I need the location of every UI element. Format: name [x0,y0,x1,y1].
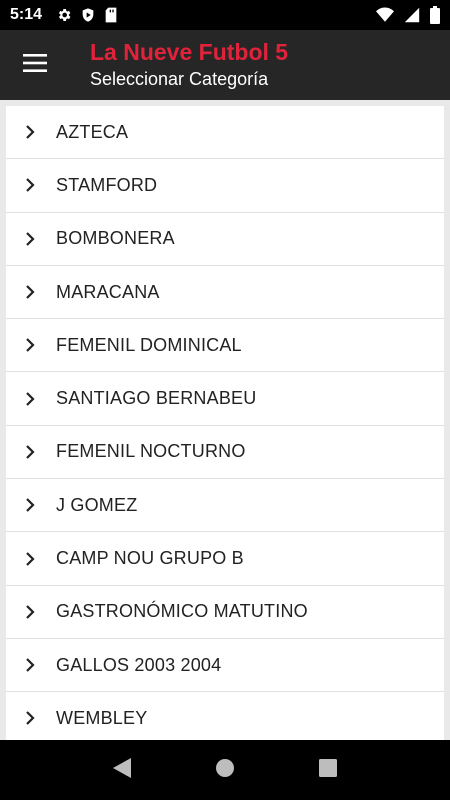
back-icon [112,757,131,783]
list-item-label: FEMENIL DOMINICAL [56,334,242,355]
chevron-right-icon [6,498,56,512]
list-item-label: J GOMEZ [56,494,138,515]
menu-button[interactable] [0,30,70,100]
list-item[interactable]: AZTECA [6,106,444,160]
status-icons-left [56,7,118,23]
battery-icon [430,6,440,24]
sd-card-icon [104,7,118,23]
list-item[interactable]: GASTRONÓMICO MATUTINO [6,585,444,639]
app-bar-titles: La Nueve Futbol 5 Seleccionar Categoría [90,39,288,91]
gear-icon [56,7,72,23]
cell-signal-icon [404,7,420,23]
list-item[interactable]: MARACANA [6,265,444,320]
chevron-right-icon [6,285,56,299]
status-bar: 5:14 [0,0,450,30]
list-item-label: GALLOS 2003 2004 [56,654,222,675]
category-list-container[interactable]: AZTECA STAMFORD BOMBONERA MARACANA FEMEN… [0,100,450,740]
chevron-right-icon [6,605,56,619]
app-bar: La Nueve Futbol 5 Seleccionar Categoría [0,30,450,100]
list-item-label: GASTRONÓMICO MATUTINO [56,601,308,622]
list-item[interactable]: GALLOS 2003 2004 [6,638,444,693]
list-item-label: WEMBLEY [56,707,148,728]
app-title: La Nueve Futbol 5 [90,39,289,65]
shield-icon [80,7,96,23]
chevron-right-icon [6,178,56,193]
list-item-label: CAMP NOU GRUPO B [56,548,244,569]
list-item-label: BOMBONERA [56,228,175,249]
chevron-right-icon [6,231,56,246]
list-item-label: SANTIAGO BERNABEU [56,388,257,409]
status-icons-right [376,6,440,24]
list-item[interactable]: J GOMEZ [6,479,444,533]
wifi-icon [376,7,394,23]
list-item[interactable]: STAMFORD [6,159,444,213]
page-subtitle: Seleccionar Categoría [90,69,269,89]
chevron-right-icon [6,658,56,672]
list-item-label: FEMENIL NOCTURNO [56,441,246,462]
list-item-label: AZTECA [56,121,129,142]
recents-icon [319,758,338,782]
category-list: AZTECA STAMFORD BOMBONERA MARACANA FEMEN… [6,106,444,740]
list-item-label: MARACANA [56,281,160,302]
status-time: 5:14 [10,6,43,23]
system-nav-bar [0,740,450,800]
back-button[interactable] [102,750,142,790]
list-item[interactable]: WEMBLEY [6,692,444,740]
home-button[interactable] [205,750,245,790]
chevron-right-icon [6,551,56,566]
recents-button[interactable] [308,750,348,790]
chevron-right-icon [6,391,56,406]
list-item-label: STAMFORD [56,174,158,195]
chevron-right-icon [6,445,56,459]
list-item[interactable]: CAMP NOU GRUPO B [6,532,444,586]
chevron-right-icon [6,338,56,353]
list-item[interactable]: FEMENIL NOCTURNO [6,425,444,480]
list-item[interactable]: SANTIAGO BERNABEU [6,372,444,426]
hamburger-menu-icon [23,53,47,77]
home-icon [215,758,235,783]
list-item[interactable]: BOMBONERA [6,212,444,266]
chevron-right-icon [6,125,56,139]
chevron-right-icon [6,711,56,726]
list-item[interactable]: FEMENIL DOMINICAL [6,319,444,373]
